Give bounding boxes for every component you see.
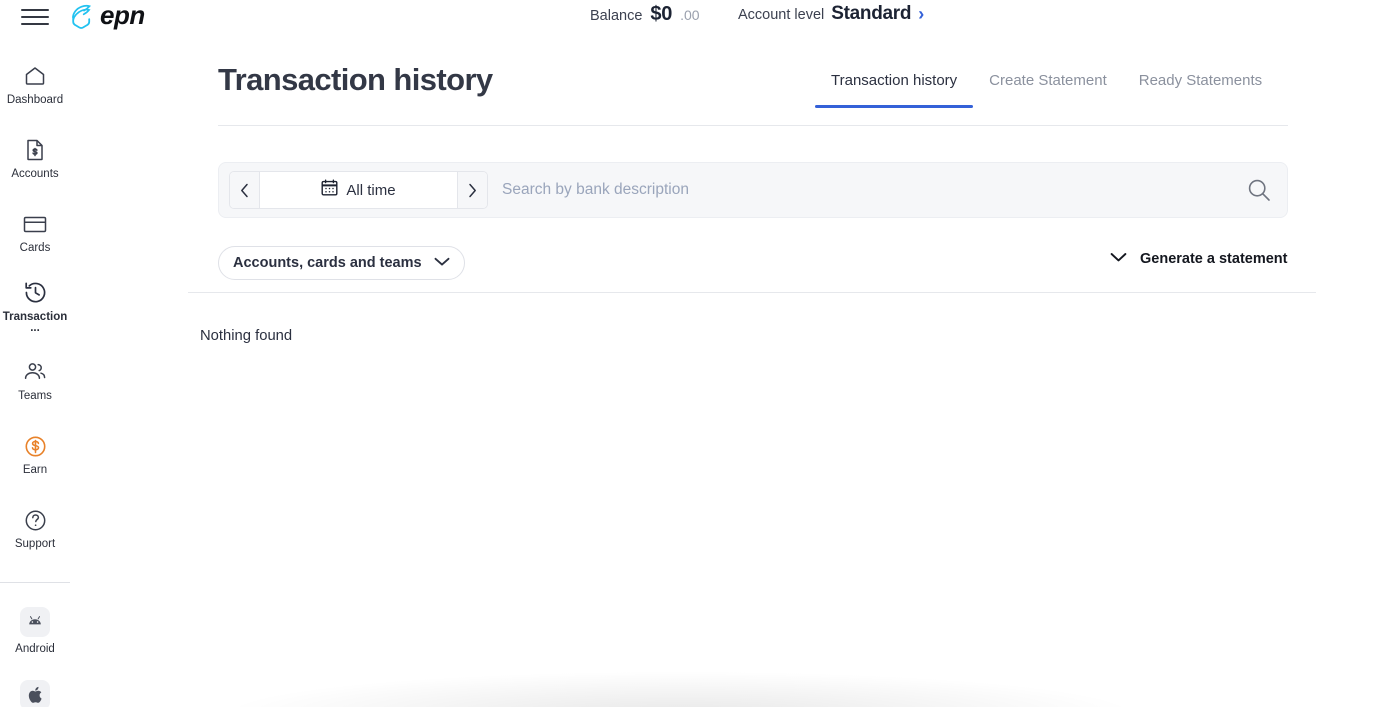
balance-display: Balance $0 .00 — [590, 3, 700, 26]
sidebar-item-transaction-history[interactable]: Transaction ... — [0, 270, 70, 344]
date-prev-button[interactable] — [230, 172, 260, 208]
date-range-value-button[interactable]: All time — [260, 172, 457, 208]
accounts-cards-teams-filter[interactable]: Accounts, cards and teams — [218, 246, 465, 280]
search-bar: All time — [218, 162, 1288, 218]
date-next-button[interactable] — [457, 172, 487, 208]
sidebar-item-support[interactable]: Support — [0, 492, 70, 566]
sidebar-item-cards[interactable]: Cards — [0, 196, 70, 270]
hamburger-line — [21, 16, 49, 18]
generate-statement-label: Generate a statement — [1140, 251, 1288, 267]
sidebar-item-label: Support — [14, 538, 56, 551]
sidebar: Dashboard Accounts Cards Transaction ...… — [0, 48, 70, 707]
main-content: Transaction history Transaction history … — [70, 40, 1374, 707]
home-icon — [22, 63, 48, 89]
sidebar-item-label: Earn — [22, 464, 48, 477]
sidebar-store-apple[interactable] — [0, 679, 70, 707]
filter-label: Accounts, cards and teams — [233, 255, 422, 271]
sidebar-item-label: Cards — [19, 242, 51, 255]
balance-cents: .00 — [680, 7, 700, 23]
chevron-down-icon — [1110, 250, 1127, 268]
people-icon — [22, 359, 48, 385]
top-bar: epn Balance $0 .00 Account level Standar… — [0, 0, 1374, 40]
tab-bar: Transaction history Create Statement Rea… — [815, 72, 1278, 108]
sidebar-item-teams[interactable]: Teams — [0, 344, 70, 418]
sidebar-item-earn[interactable]: Earn — [0, 418, 70, 492]
dollar-circle-icon — [22, 433, 48, 459]
brand-logo[interactable]: epn — [68, 0, 145, 31]
chevron-right-icon: › — [918, 4, 925, 24]
brand-name: epn — [100, 0, 145, 30]
page-title: Transaction history — [218, 62, 493, 97]
sidebar-item-label: Transaction ... — [2, 310, 68, 334]
document-dollar-icon — [22, 137, 48, 163]
sidebar-item-accounts[interactable]: Accounts — [0, 122, 70, 196]
epn-logo-icon — [68, 2, 96, 30]
results-divider — [188, 292, 1316, 293]
balance-label: Balance — [590, 8, 643, 24]
question-circle-icon — [22, 507, 48, 533]
hamburger-menu-icon[interactable] — [21, 6, 49, 28]
sidebar-divider — [0, 582, 70, 583]
android-icon — [20, 607, 50, 637]
calendar-icon — [321, 179, 338, 201]
account-level-link[interactable]: Account level Standard › — [738, 3, 924, 25]
search-input[interactable] — [502, 170, 1231, 210]
search-icon[interactable] — [1231, 163, 1287, 217]
tab-label: Ready Statements — [1138, 72, 1263, 89]
apple-icon — [20, 679, 50, 707]
credit-card-icon — [22, 211, 48, 237]
chevron-down-icon — [434, 254, 450, 272]
tab-create-statement[interactable]: Create Statement — [973, 72, 1123, 108]
history-clock-icon — [22, 280, 48, 306]
tab-ready-statements[interactable]: Ready Statements — [1123, 72, 1278, 108]
empty-state-message: Nothing found — [200, 328, 293, 344]
sidebar-item-dashboard[interactable]: Dashboard — [0, 48, 70, 122]
tab-transaction-history[interactable]: Transaction history — [815, 72, 974, 108]
sidebar-store-android[interactable]: Android — [0, 607, 70, 656]
tabs-divider — [218, 125, 1288, 126]
sidebar-item-label: Dashboard — [6, 94, 64, 107]
hamburger-line — [21, 23, 49, 25]
tab-label: Transaction history — [831, 72, 958, 89]
sidebar-store-label: Android — [15, 643, 55, 655]
sidebar-item-label: Teams — [18, 390, 52, 403]
balance-amount: $0 — [650, 3, 673, 25]
app-root: epn Balance $0 .00 Account level Standar… — [0, 0, 1374, 707]
account-level-value: Standard — [831, 3, 912, 24]
tab-label: Create Statement — [989, 72, 1107, 89]
generate-statement-button[interactable]: Generate a statement — [1110, 250, 1287, 268]
sidebar-item-label: Accounts — [11, 168, 59, 181]
hamburger-line — [21, 9, 49, 11]
date-range-value: All time — [346, 181, 396, 199]
date-range-picker: All time — [229, 171, 488, 209]
account-level-label: Account level — [738, 7, 825, 23]
